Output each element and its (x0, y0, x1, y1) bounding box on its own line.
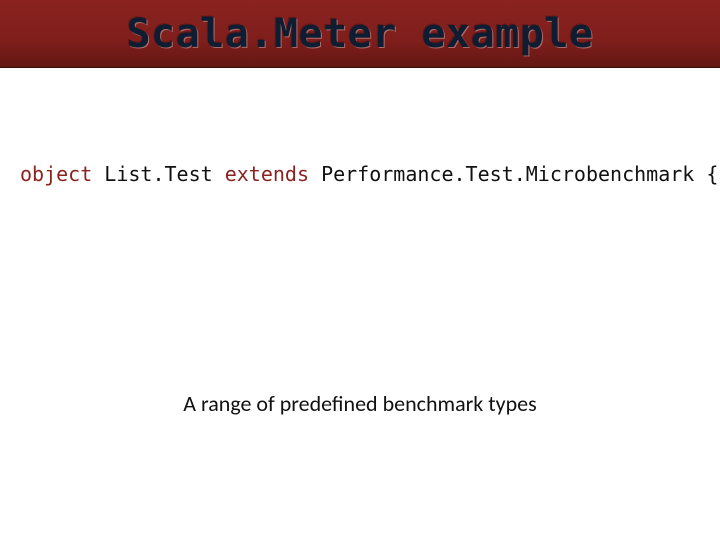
keyword-object: object (20, 162, 92, 186)
title-bar: Scala.Meter example (0, 0, 720, 68)
slide: Scala.Meter example object List.Test ext… (0, 0, 720, 540)
keyword-extends: extends (225, 162, 309, 186)
code-line: object List.Test extends Performance.Tes… (20, 162, 718, 186)
caption-text: A range of predefined benchmark types (0, 390, 720, 417)
slide-title: Scala.Meter example (126, 11, 593, 57)
code-space (92, 162, 104, 186)
code-identifier: Performance.Test.Microbenchmark { (321, 162, 718, 186)
code-identifier: List.Test (104, 162, 224, 186)
code-space (309, 162, 321, 186)
